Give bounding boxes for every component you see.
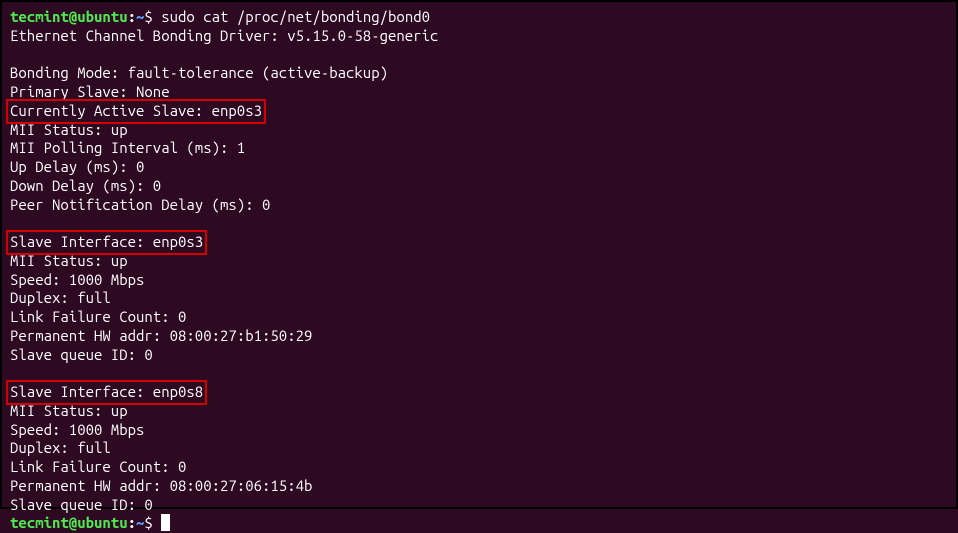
- output-active-slave-line: Currently Active Slave: enp0s3: [10, 102, 948, 121]
- output-mii-status: MII Status: up: [10, 121, 948, 140]
- output-slave1-hw-addr: Permanent HW addr: 08:00:27:b1:50:29: [10, 327, 948, 346]
- output-down-delay: Down Delay (ms): 0: [10, 177, 948, 196]
- blank-line-1: [10, 46, 948, 65]
- output-driver: Ethernet Channel Bonding Driver: v5.15.0…: [10, 27, 948, 46]
- output-slave2-speed: Speed: 1000 Mbps: [10, 421, 948, 440]
- output-slave2-queue: Slave queue ID: 0: [10, 496, 948, 515]
- output-bonding-mode: Bonding Mode: fault-tolerance (active-ba…: [10, 64, 948, 83]
- output-up-delay: Up Delay (ms): 0: [10, 158, 948, 177]
- output-mii-polling: MII Polling Interval (ms): 1: [10, 139, 948, 158]
- output-slave1-interface: Slave Interface: enp0s3: [10, 233, 203, 250]
- output-active-slave: Currently Active Slave: enp0s3: [10, 102, 262, 119]
- output-slave1-duplex: Duplex: full: [10, 289, 948, 308]
- output-slave1-interface-line: Slave Interface: enp0s3: [10, 233, 948, 252]
- prompt-user: tecmint@ubuntu: [10, 8, 128, 25]
- next-prompt-line[interactable]: tecmint@ubuntu:~$: [10, 514, 948, 533]
- command-text: sudo cat /proc/net/bonding/bond0: [161, 8, 430, 25]
- prompt-dollar-2: $: [144, 514, 152, 531]
- output-peer-notification: Peer Notification Delay (ms): 0: [10, 196, 948, 215]
- prompt-user-2: tecmint@ubuntu: [10, 514, 128, 531]
- prompt-dollar: $: [144, 8, 152, 25]
- output-slave2-interface-line: Slave Interface: enp0s8: [10, 383, 948, 402]
- output-slave1-speed: Speed: 1000 Mbps: [10, 271, 948, 290]
- prompt-colon-2: :: [128, 514, 136, 531]
- output-slave2-mii: MII Status: up: [10, 402, 948, 421]
- output-slave1-queue: Slave queue ID: 0: [10, 346, 948, 365]
- cursor-icon: [161, 514, 170, 531]
- output-slave2-interface: Slave Interface: enp0s8: [10, 383, 203, 400]
- prompt-path-2: ~: [136, 514, 144, 531]
- command-spacer: [153, 8, 161, 25]
- output-slave1-link-failure: Link Failure Count: 0: [10, 308, 948, 327]
- prompt-colon: :: [128, 8, 136, 25]
- output-slave1-mii: MII Status: up: [10, 252, 948, 271]
- command-line[interactable]: tecmint@ubuntu:~$ sudo cat /proc/net/bon…: [10, 8, 948, 27]
- command-spacer-2: [153, 514, 161, 531]
- output-slave2-hw-addr: Permanent HW addr: 08:00:27:06:15:4b: [10, 477, 948, 496]
- output-slave2-link-failure: Link Failure Count: 0: [10, 458, 948, 477]
- output-slave2-duplex: Duplex: full: [10, 439, 948, 458]
